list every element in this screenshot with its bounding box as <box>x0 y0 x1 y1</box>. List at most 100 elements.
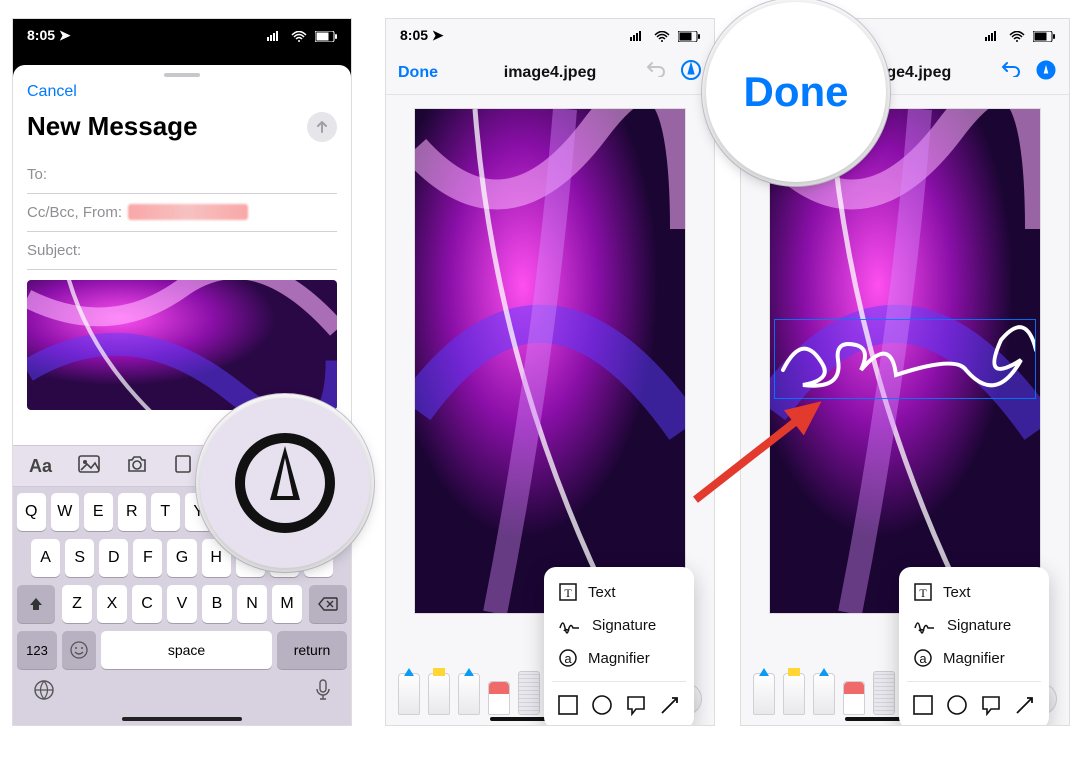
cancel-button[interactable]: Cancel <box>27 83 77 101</box>
shift-icon <box>28 596 44 612</box>
key-s[interactable]: S <box>65 539 94 577</box>
shape-circle-button[interactable] <box>946 694 968 721</box>
camera-icon[interactable] <box>126 455 148 478</box>
to-field[interactable]: To: <box>27 156 337 194</box>
add-signature-button[interactable]: Signature <box>899 609 1049 641</box>
pencil-tool[interactable] <box>458 673 480 715</box>
status-bar: 8:05 ➤ <box>13 19 351 51</box>
add-text-button[interactable]: T Text <box>899 575 1049 609</box>
backspace-icon <box>318 597 338 611</box>
key-v[interactable]: V <box>167 585 197 623</box>
key-a[interactable]: A <box>31 539 60 577</box>
key-n[interactable]: N <box>237 585 267 623</box>
key-g[interactable]: G <box>167 539 196 577</box>
markup-pen-icon <box>1035 59 1057 81</box>
shape-speech-button[interactable] <box>980 694 1002 721</box>
pencil-tool[interactable] <box>813 673 835 715</box>
shape-arrow-button[interactable] <box>659 694 681 721</box>
subject-field[interactable]: Subject: <box>27 232 337 270</box>
status-time: 8:05 <box>27 27 55 43</box>
numbers-key[interactable]: 123 <box>17 631 57 669</box>
key-b[interactable]: B <box>202 585 232 623</box>
location-arrow-icon: ➤ <box>432 27 444 43</box>
cc-bcc-from-field[interactable]: Cc/Bcc, From: <box>27 194 337 232</box>
space-key[interactable]: space <box>101 631 272 669</box>
key-x[interactable]: X <box>97 585 127 623</box>
signature-selection-box[interactable] <box>774 319 1036 399</box>
popover-divider <box>552 681 686 682</box>
dictation-key[interactable] <box>315 679 331 706</box>
signature-stroke <box>775 320 1035 400</box>
shape-arrow-button[interactable] <box>1014 694 1036 721</box>
home-indicator[interactable] <box>122 717 242 721</box>
key-t[interactable]: T <box>151 493 180 531</box>
pen-tool[interactable] <box>753 673 775 715</box>
add-magnifier-button[interactable]: a Magnifier <box>899 641 1049 675</box>
key-c[interactable]: C <box>132 585 162 623</box>
ruler-tool[interactable] <box>518 671 540 715</box>
callout-done-label: Done <box>744 68 849 116</box>
shape-picker-row <box>899 688 1049 723</box>
shape-square-button[interactable] <box>557 694 579 721</box>
shift-key[interactable] <box>17 585 55 623</box>
add-signature-button[interactable]: Signature <box>544 609 694 641</box>
add-magnifier-button[interactable]: a Magnifier <box>544 641 694 675</box>
document-scan-icon[interactable] <box>174 454 192 479</box>
pen-tool[interactable] <box>398 673 420 715</box>
key-r[interactable]: R <box>118 493 147 531</box>
emoji-key[interactable] <box>62 631 96 669</box>
ruler-tool[interactable] <box>873 671 895 715</box>
markup-toggle-button[interactable] <box>680 59 702 86</box>
add-signature-label: Signature <box>592 617 656 634</box>
send-button[interactable] <box>307 112 337 142</box>
markup-canvas[interactable] <box>770 109 1040 613</box>
shape-square-button[interactable] <box>912 694 934 721</box>
backspace-key[interactable] <box>309 585 347 623</box>
key-z[interactable]: Z <box>62 585 92 623</box>
shape-circle-button[interactable] <box>591 694 613 721</box>
image-attachment[interactable] <box>27 280 337 410</box>
to-label: To: <box>27 166 47 183</box>
undo-button[interactable] <box>646 59 666 86</box>
highlighter-tool[interactable] <box>783 673 805 715</box>
key-m[interactable]: M <box>272 585 302 623</box>
globe-key[interactable] <box>33 679 55 706</box>
add-magnifier-label: Magnifier <box>588 650 650 667</box>
sheet-grabber[interactable] <box>164 73 200 77</box>
markup-toggle-button[interactable] <box>1035 59 1057 86</box>
shape-speech-button[interactable] <box>625 694 647 721</box>
location-arrow-icon: ➤ <box>59 27 71 43</box>
markup-pen-icon <box>230 428 340 538</box>
eraser-tool[interactable] <box>488 681 510 715</box>
key-q[interactable]: Q <box>17 493 46 531</box>
undo-button[interactable] <box>1001 59 1021 86</box>
status-time: 8:05 <box>400 27 428 43</box>
eraser-tool[interactable] <box>843 681 865 715</box>
globe-icon <box>33 679 55 701</box>
canvas-image <box>415 109 685 613</box>
status-bar: 8:05 ➤ <box>386 19 714 51</box>
photo-picker-icon[interactable] <box>78 455 100 478</box>
key-w[interactable]: W <box>51 493 80 531</box>
text-style-button[interactable]: Aa <box>29 456 52 477</box>
markup-nav-bar: Done image4.jpeg <box>386 51 714 95</box>
key-f[interactable]: F <box>133 539 162 577</box>
undo-icon <box>646 59 666 77</box>
return-key[interactable]: return <box>277 631 347 669</box>
svg-text:T: T <box>564 586 572 600</box>
svg-text:a: a <box>919 651 927 666</box>
markup-canvas[interactable] <box>415 109 685 613</box>
text-box-icon: T <box>558 582 578 602</box>
add-text-button[interactable]: T Text <box>544 575 694 609</box>
emoji-icon <box>70 641 88 659</box>
add-text-label: Text <box>588 584 616 601</box>
highlighter-tool[interactable] <box>428 673 450 715</box>
signature-icon <box>558 616 582 634</box>
magnifier-icon: a <box>558 648 578 668</box>
markup-pen-icon <box>680 59 702 81</box>
key-d[interactable]: D <box>99 539 128 577</box>
popover-divider <box>907 681 1041 682</box>
done-button[interactable]: Done <box>398 64 438 82</box>
key-e[interactable]: E <box>84 493 113 531</box>
add-magnifier-label: Magnifier <box>943 650 1005 667</box>
